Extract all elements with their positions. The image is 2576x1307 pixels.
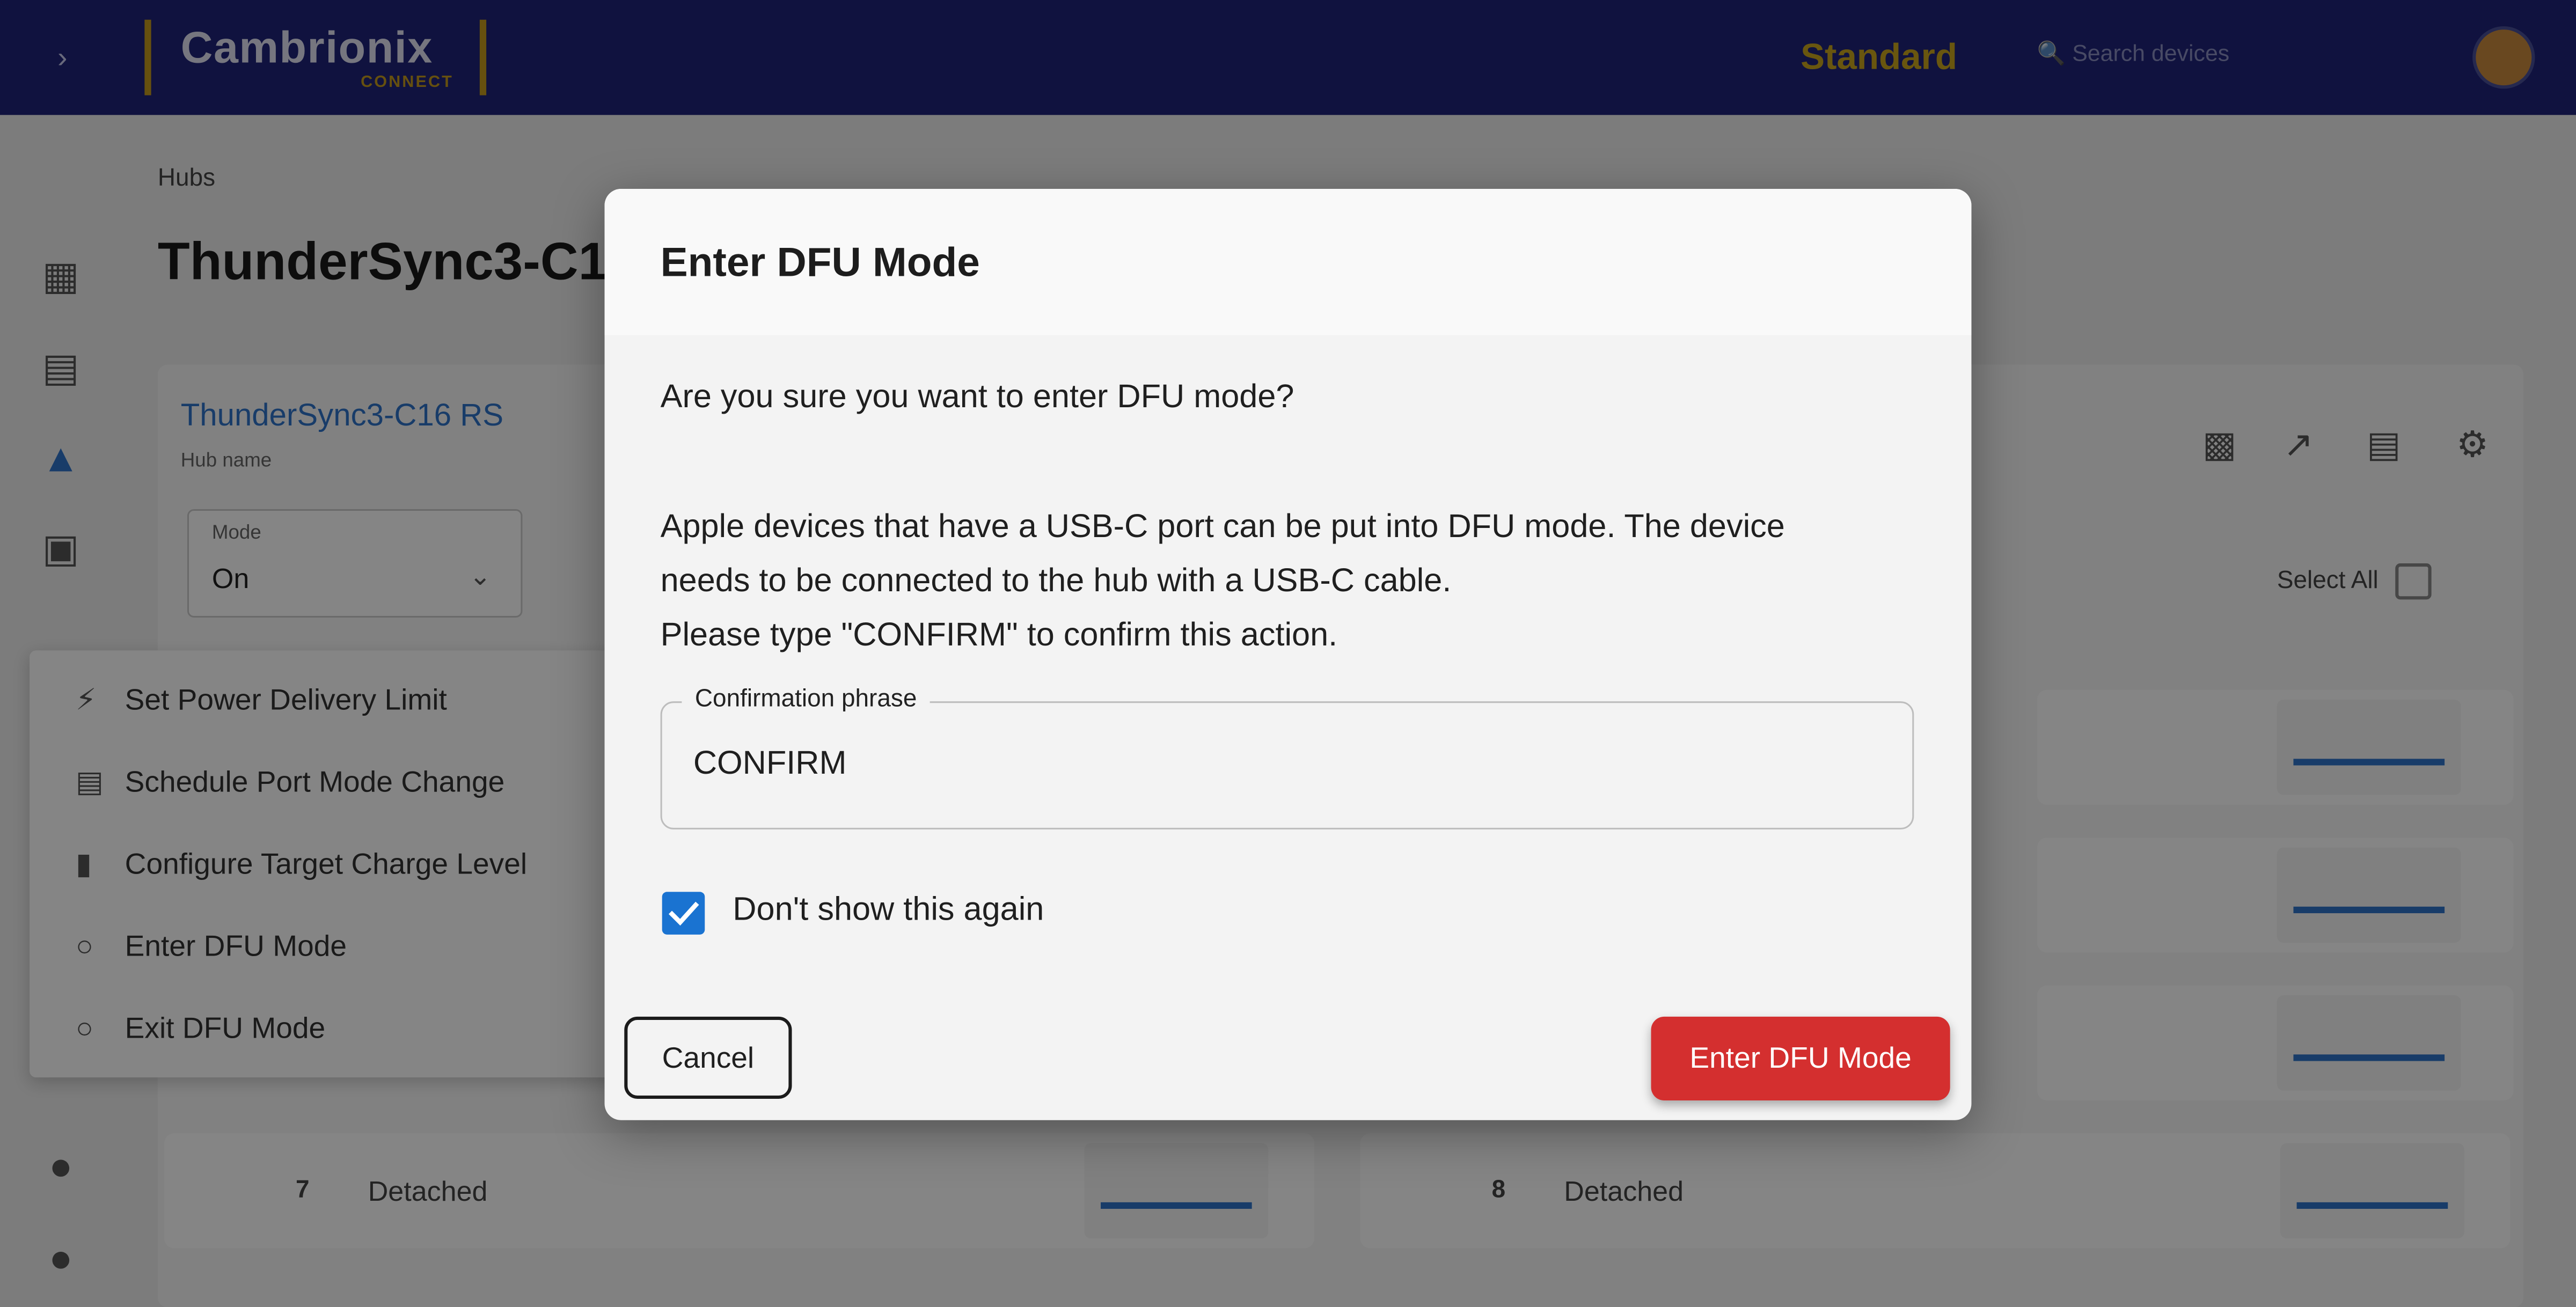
app-root: › Cambrionix CONNECT Standard 🔍 Search d… bbox=[0, 0, 2576, 1307]
dont-show-again-label[interactable]: Don't show this again bbox=[733, 892, 1044, 929]
checkmark-icon bbox=[668, 901, 699, 926]
body-line-3: Please type "CONFIRM" to confirm this ac… bbox=[660, 618, 1338, 654]
dialog-body: Apple devices that have a USB-C port can… bbox=[661, 501, 1926, 664]
enter-dfu-mode-button[interactable]: Enter DFU Mode bbox=[1651, 1016, 1950, 1101]
dialog-title: Enter DFU Mode bbox=[660, 239, 980, 286]
confirmation-input[interactable] bbox=[693, 739, 1843, 789]
confirmation-field-label: Confirmation phrase bbox=[682, 685, 930, 713]
cancel-button[interactable]: Cancel bbox=[624, 1016, 792, 1099]
confirmation-field: Confirmation phrase bbox=[660, 685, 1914, 829]
dialog-header: Enter DFU Mode bbox=[604, 189, 1972, 335]
body-line-1: Apple devices that have a USB-C port can… bbox=[660, 509, 1785, 546]
dont-show-again-checkbox[interactable] bbox=[662, 892, 705, 935]
dialog-question: Are you sure you want to enter DFU mode? bbox=[660, 379, 1294, 416]
body-line-2: needs to be connected to the hub with a … bbox=[660, 563, 1452, 600]
dfu-dialog: Enter DFU Mode Are you sure you want to … bbox=[604, 189, 1972, 1120]
